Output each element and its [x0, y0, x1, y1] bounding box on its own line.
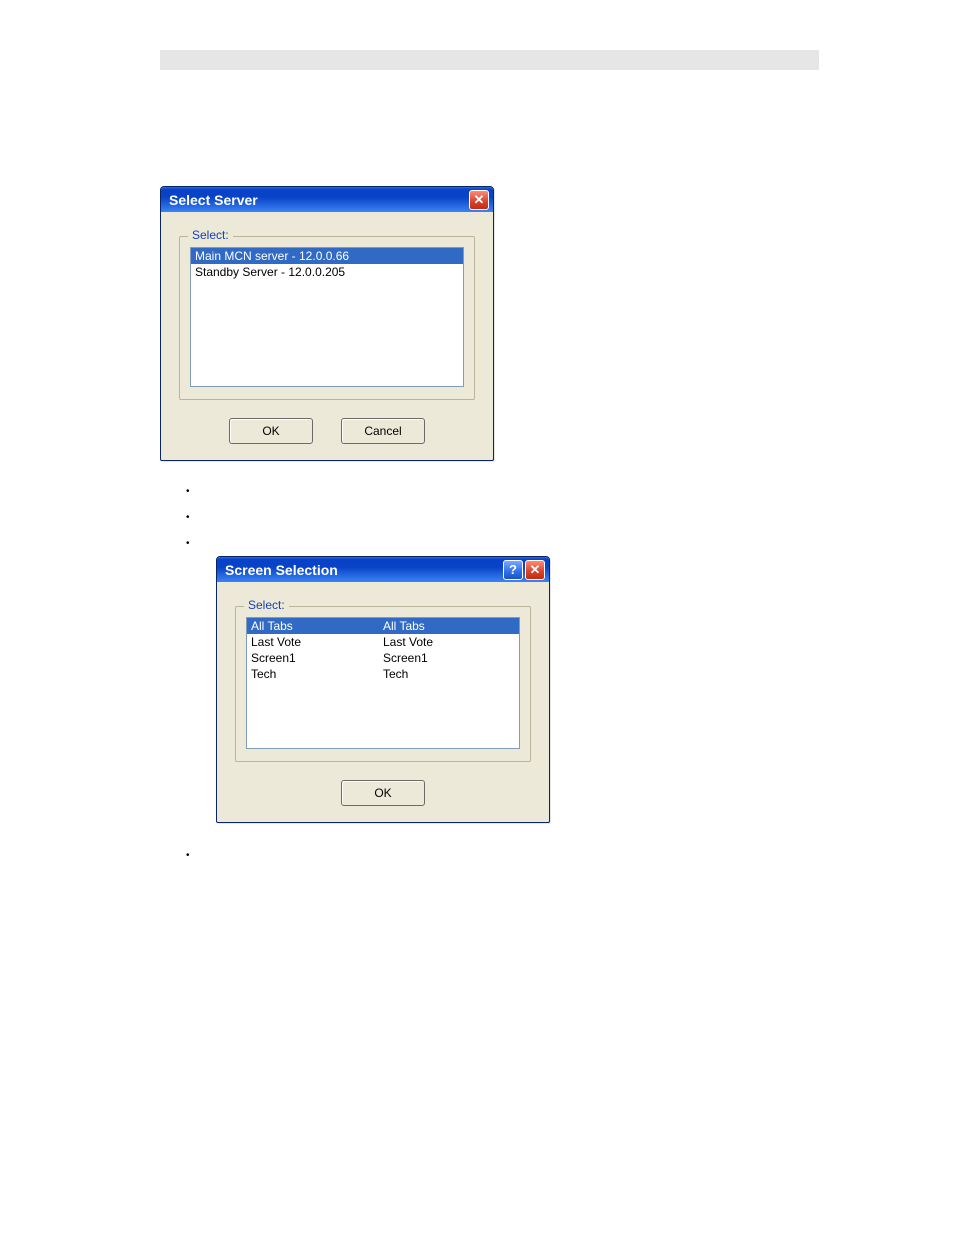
list-item[interactable]: Main MCN server - 12.0.0.66	[191, 248, 463, 264]
titlebar[interactable]: Screen Selection ? ✕	[217, 557, 549, 582]
server-listbox[interactable]: Main MCN server - 12.0.0.66Standby Serve…	[190, 247, 464, 387]
header-bar	[160, 50, 819, 70]
select-groupbox: Select: Main MCN server - 12.0.0.66Stand…	[179, 236, 475, 400]
select-groupbox: Select: All TabsAll TabsLast VoteLast Vo…	[235, 606, 531, 762]
list-item[interactable]: All TabsAll Tabs	[247, 618, 519, 634]
list-item[interactable]: Standby Server - 12.0.0.205	[191, 264, 463, 280]
titlebar[interactable]: Select Server ✕	[161, 187, 493, 212]
screen-listbox[interactable]: All TabsAll TabsLast VoteLast VoteScreen…	[246, 617, 520, 749]
close-icon[interactable]: ✕	[525, 560, 545, 580]
bullet-item: •	[186, 530, 190, 556]
screen-selection-dialog: Screen Selection ? ✕ Select: All TabsAll…	[216, 556, 550, 823]
list-item[interactable]: TechTech	[247, 666, 519, 682]
bullet-list: •	[186, 842, 190, 868]
bullet-item: •	[186, 504, 190, 530]
list-item[interactable]: Last VoteLast Vote	[247, 634, 519, 650]
ok-button[interactable]: OK	[341, 780, 425, 806]
bullet-item: •	[186, 842, 190, 868]
group-label: Select:	[188, 228, 233, 242]
cancel-button[interactable]: Cancel	[341, 418, 425, 444]
list-item[interactable]: Screen1Screen1	[247, 650, 519, 666]
select-server-dialog: Select Server ✕ Select: Main MCN server …	[160, 186, 494, 461]
help-icon[interactable]: ?	[503, 560, 523, 580]
close-icon[interactable]: ✕	[469, 190, 489, 210]
dialog-title: Select Server	[169, 192, 258, 208]
dialog-title: Screen Selection	[225, 562, 338, 578]
bullet-item: •	[186, 478, 190, 504]
bullet-list: • • •	[186, 478, 190, 556]
group-label: Select:	[244, 598, 289, 612]
ok-button[interactable]: OK	[229, 418, 313, 444]
